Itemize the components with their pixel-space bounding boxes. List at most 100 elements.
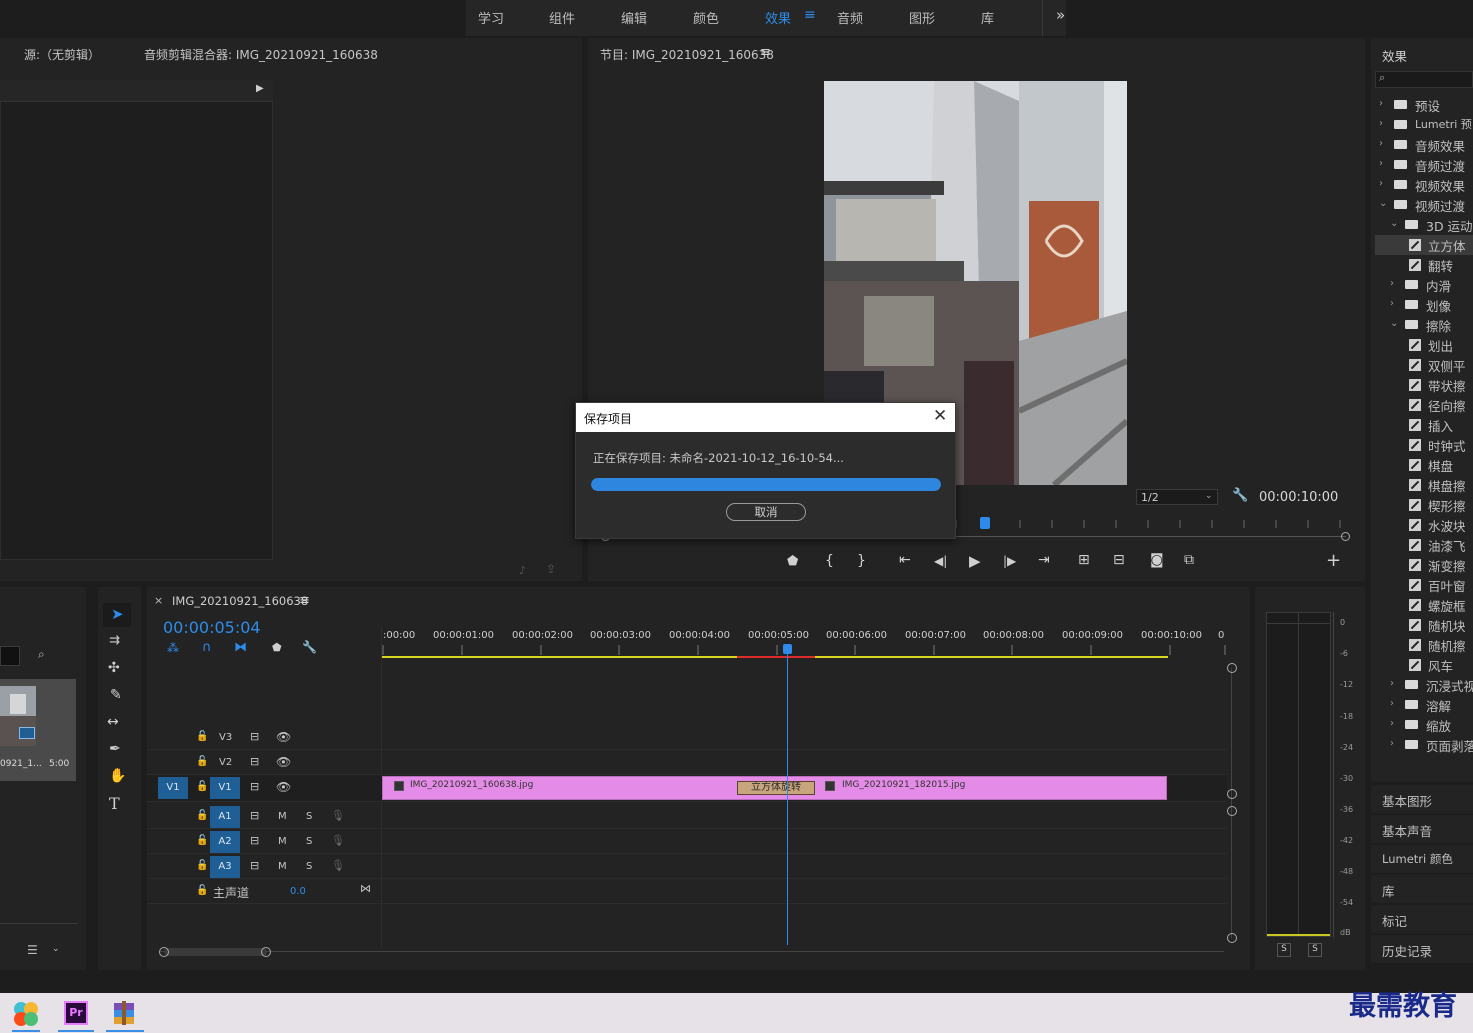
chevron-right-icon[interactable]: › xyxy=(1390,678,1394,689)
eye-icon[interactable]: 👁 xyxy=(276,730,291,744)
play-triangle-icon[interactable]: ▶ xyxy=(256,83,264,94)
cancel-button[interactable]: 取消 xyxy=(726,503,806,521)
mute-button[interactable]: M xyxy=(278,811,287,822)
effect-folder[interactable]: 内滑 xyxy=(1426,276,1451,295)
pen-tool-icon[interactable]: ✒ xyxy=(109,741,121,757)
solo-button[interactable]: S xyxy=(306,811,312,822)
chevron-right-icon[interactable]: › xyxy=(1390,718,1394,729)
chevron-right-icon[interactable]: › xyxy=(1379,118,1383,129)
source-patch-v1[interactable]: V1 xyxy=(158,777,188,799)
export-icon[interactable]: ⇪ xyxy=(546,562,556,576)
zoom-handle-right[interactable] xyxy=(1341,532,1350,541)
lock-icon[interactable]: 🔓 xyxy=(196,885,208,896)
step-back-icon[interactable]: ◀| xyxy=(934,554,947,568)
effect-folder[interactable]: 页面剥落 xyxy=(1426,736,1473,755)
effect-item[interactable]: 插入 xyxy=(1428,416,1453,435)
tab-assembly[interactable]: 组件 xyxy=(549,8,575,27)
eye-icon[interactable]: 👁 xyxy=(276,780,291,794)
step-forward-icon[interactable]: |▶ xyxy=(1003,554,1016,568)
effect-item[interactable]: 棋盘擦 xyxy=(1428,476,1466,495)
linked-selection-icon[interactable]: ⧓ xyxy=(234,640,247,655)
chevron-down-icon[interactable]: ⌄ xyxy=(1390,218,1398,229)
effect-item[interactable]: 随机擦 xyxy=(1428,636,1466,655)
razor-tool-icon[interactable]: ✎ xyxy=(110,687,122,703)
v-scroll-handle[interactable] xyxy=(1227,789,1237,799)
winrar-icon[interactable] xyxy=(112,1001,136,1025)
lock-icon[interactable]: 🔓 xyxy=(196,810,208,821)
effect-item[interactable]: 立方体 xyxy=(1428,236,1466,255)
effect-item[interactable]: 带状擦 xyxy=(1428,376,1466,395)
microphone-icon[interactable]: 🎙 xyxy=(331,834,345,847)
solo-button[interactable]: S xyxy=(306,861,312,872)
sync-lock-icon[interactable]: ⊟ xyxy=(250,730,259,743)
lock-icon[interactable]: 🔓 xyxy=(196,756,208,767)
tab-color[interactable]: 颜色 xyxy=(693,8,719,27)
program-playhead[interactable] xyxy=(980,517,990,529)
tab-editing[interactable]: 编辑 xyxy=(621,8,647,27)
solo-right-button[interactable]: S xyxy=(1308,943,1322,957)
add-marker-icon[interactable]: ⬟ xyxy=(272,641,282,654)
chevron-right-icon[interactable]: › xyxy=(1379,158,1383,169)
audio-icon[interactable]: ♪ xyxy=(519,564,526,577)
compare-view-icon[interactable]: ⧉ xyxy=(1184,552,1194,568)
sort-icon[interactable]: ☰ xyxy=(27,943,38,957)
go-to-in-icon[interactable]: ⇤ xyxy=(899,552,911,568)
track-label-a2[interactable]: A2 xyxy=(210,831,240,853)
slip-tool-icon[interactable]: ↔ xyxy=(107,714,119,730)
lock-icon[interactable]: 🔓 xyxy=(196,731,208,742)
v-scroll-handle[interactable] xyxy=(1227,663,1237,673)
tab-audio[interactable]: 音频 xyxy=(837,8,863,27)
sync-lock-icon[interactable]: ⊟ xyxy=(250,834,259,847)
wrench-icon[interactable]: 🔧 xyxy=(1232,488,1248,503)
lock-icon[interactable]: 🔓 xyxy=(196,781,208,792)
panel-markers[interactable]: 标记 xyxy=(1371,905,1473,933)
program-menu-icon[interactable]: ≡ xyxy=(760,45,771,60)
effect-folder[interactable]: 缩放 xyxy=(1426,716,1451,735)
nest-toggle-icon[interactable]: ⁂ xyxy=(167,641,179,655)
effect-folder[interactable]: 视频效果 xyxy=(1415,176,1465,195)
audio-mixer-tab-title[interactable]: 音频剪辑混合器: IMG_20210921_160638 xyxy=(144,46,378,63)
effect-item[interactable]: 时钟式 xyxy=(1428,436,1466,455)
lift-icon[interactable]: ⊞ xyxy=(1078,552,1090,568)
transition-cube-spin[interactable]: 立方体旋转 xyxy=(737,781,815,795)
workspace-menu-icon[interactable]: ≡ xyxy=(804,7,816,23)
solo-button[interactable]: S xyxy=(306,836,312,847)
panel-essential-graphics[interactable]: 基本图形 xyxy=(1371,785,1473,813)
timeline-timecode[interactable]: 00:00:05:04 xyxy=(163,618,261,637)
mute-button[interactable]: M xyxy=(278,861,287,872)
close-icon[interactable]: ✕ xyxy=(933,406,947,426)
effect-folder[interactable]: 音频过渡 xyxy=(1415,156,1465,175)
effect-item[interactable]: 双侧平 xyxy=(1428,356,1466,375)
v-scroll-handle[interactable] xyxy=(1227,806,1237,816)
timeline-settings-icon[interactable]: 🔧 xyxy=(302,640,317,654)
chevron-right-icon[interactable]: › xyxy=(1390,298,1394,309)
effect-folder[interactable]: 预设 xyxy=(1415,96,1440,115)
chevron-right-icon[interactable]: › xyxy=(1379,178,1383,189)
sequence-tab-title[interactable]: IMG_20210921_160638 xyxy=(172,594,308,608)
photos-app-icon[interactable] xyxy=(12,1000,40,1028)
snap-magnet-icon[interactable]: ∩ xyxy=(202,640,212,655)
effect-item[interactable]: 随机块 xyxy=(1428,616,1466,635)
project-clip-item[interactable]: 0921_1... 5:00 xyxy=(0,679,76,781)
chevron-down-icon[interactable]: ⌄ xyxy=(1390,318,1398,329)
track-select-tool-icon[interactable]: ⇉ xyxy=(109,633,120,648)
clip-1[interactable]: IMG_20210921_160638.jpg xyxy=(382,776,775,800)
premiere-pro-icon[interactable]: Pr xyxy=(64,1001,88,1025)
effect-folder[interactable]: 视频过渡 xyxy=(1415,196,1465,215)
chevron-right-icon[interactable]: › xyxy=(1379,98,1383,109)
microphone-icon[interactable]: 🎙 xyxy=(331,859,345,872)
effect-item[interactable]: 油漆飞 xyxy=(1428,536,1466,555)
chevron-down-icon[interactable]: ⌄ xyxy=(1379,198,1387,209)
go-to-out-icon[interactable]: ⇥ xyxy=(1038,552,1050,568)
close-sequence-icon[interactable]: × xyxy=(154,594,163,607)
effect-folder[interactable]: 擦除 xyxy=(1426,316,1451,335)
effect-item[interactable]: 渐变擦 xyxy=(1428,556,1466,575)
timeline-ruler-ticks[interactable] xyxy=(382,645,1227,661)
track-label-v1[interactable]: V1 xyxy=(210,777,240,799)
solo-left-button[interactable]: S xyxy=(1277,943,1291,957)
sync-lock-icon[interactable]: ⊟ xyxy=(250,859,259,872)
effect-folder[interactable]: 3D 运动 xyxy=(1426,216,1473,235)
effect-item[interactable]: 风车 xyxy=(1428,656,1453,675)
panel-lumetri-color[interactable]: Lumetri 颜色 xyxy=(1371,845,1473,873)
panel-essential-sound[interactable]: 基本声音 xyxy=(1371,815,1473,843)
